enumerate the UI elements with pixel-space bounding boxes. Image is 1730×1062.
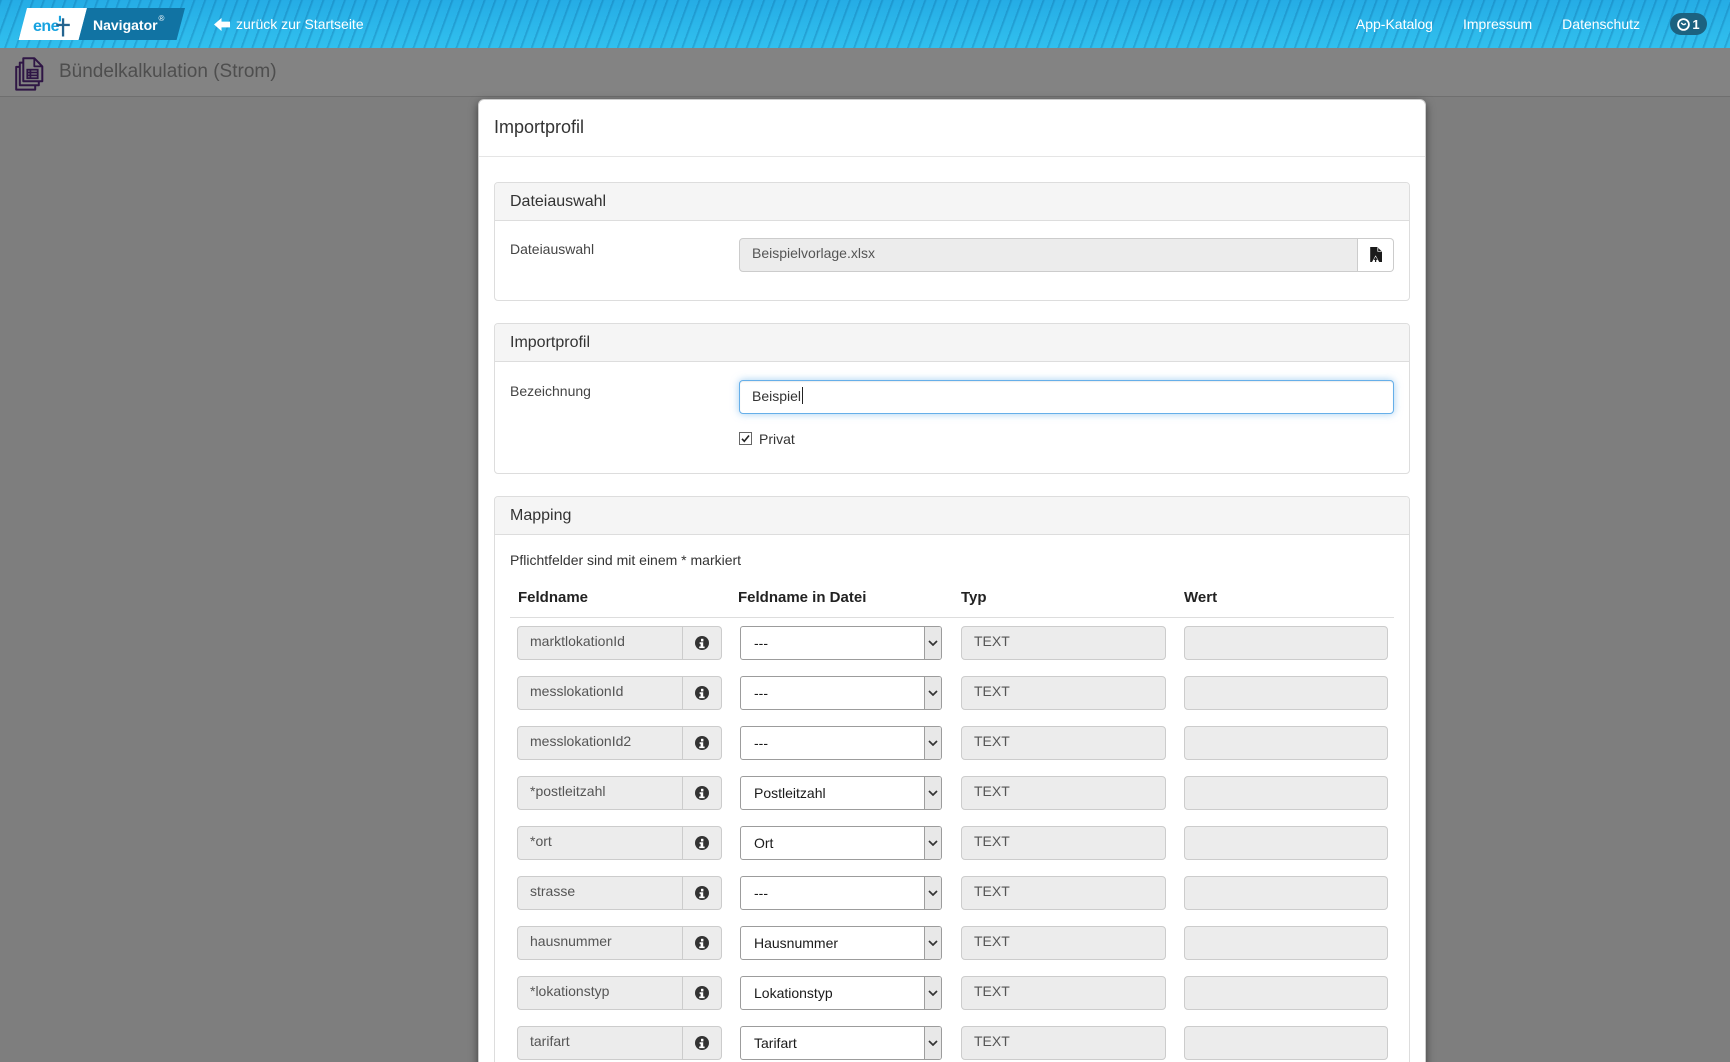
svg-text:Navigator: Navigator	[93, 17, 158, 33]
svg-text:®: ®	[159, 14, 165, 23]
svg-text:ene: ene	[33, 18, 60, 35]
